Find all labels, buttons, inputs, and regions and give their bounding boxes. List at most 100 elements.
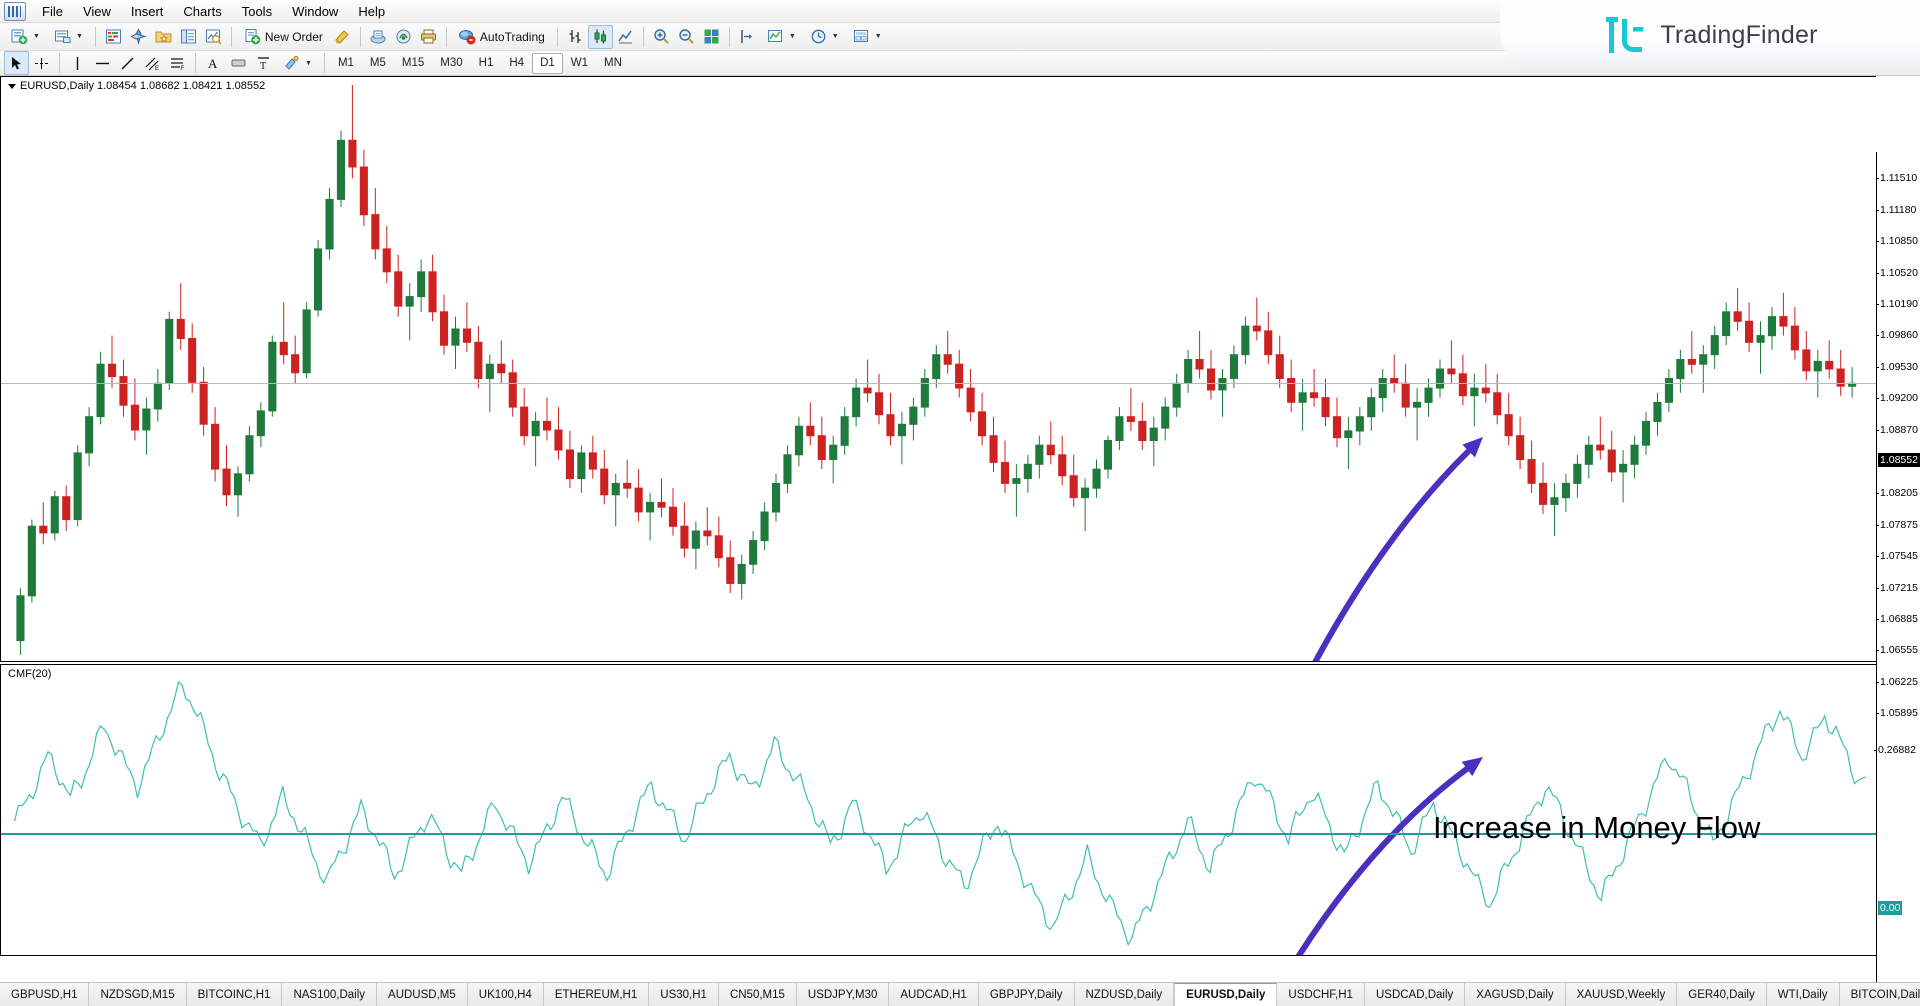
price-chart-pane[interactable]: EURUSD,Daily 1.08454 1.08682 1.08421 1.0… <box>0 76 1876 662</box>
text-label-button[interactable]: T <box>251 51 276 75</box>
chart-area[interactable]: EURUSD,Daily 1.08454 1.08682 1.08421 1.0… <box>0 76 1920 982</box>
chevron-down-icon[interactable]: ▼ <box>875 33 882 40</box>
fibonacci-retracement-button[interactable]: F <box>165 51 190 75</box>
current-price-line <box>1 383 1876 384</box>
crosshair-button[interactable] <box>29 51 54 75</box>
chart-tab[interactable]: AUDCAD,H1 <box>889 983 978 1006</box>
toolbar-separator <box>231 27 232 47</box>
price-tick: 1.07215 <box>1880 582 1918 594</box>
timeframe-m1[interactable]: M1 <box>330 53 362 74</box>
menu-item-insert[interactable]: Insert <box>121 1 174 22</box>
menu-item-window[interactable]: Window <box>282 1 348 22</box>
timeframe-m30[interactable]: M30 <box>432 53 470 74</box>
zoom-in-button[interactable] <box>649 25 674 49</box>
new-order-button[interactable]: New Order <box>237 25 330 49</box>
chevron-down-icon[interactable]: ▼ <box>33 33 40 40</box>
vertical-line-button[interactable] <box>65 51 90 75</box>
chart-tab[interactable]: XAGUSD,Daily <box>1465 983 1565 1006</box>
chart-tab[interactable]: WTI,Daily <box>1767 983 1840 1006</box>
chart-tab[interactable]: EURUSD,Daily <box>1174 983 1277 1006</box>
timeframe-mn[interactable]: MN <box>596 53 630 74</box>
chevron-down-icon[interactable]: ▼ <box>76 33 83 40</box>
timeframe-h4[interactable]: H4 <box>501 53 532 74</box>
chart-tab[interactable]: GBPUSD,H1 <box>0 983 89 1006</box>
market-watch-button[interactable] <box>101 25 126 49</box>
label-button[interactable] <box>226 51 251 75</box>
fibonacci-retracement-icon: F <box>169 55 186 72</box>
profiles-button[interactable]: ▼ <box>47 25 90 49</box>
terminal-button[interactable] <box>176 25 201 49</box>
svg-text:F: F <box>181 66 185 72</box>
templates-button[interactable]: ▼ <box>846 25 889 49</box>
indicator-top-tick: 0.26882 <box>1878 744 1916 756</box>
menu-item-file[interactable]: File <box>32 1 73 22</box>
signals-button[interactable] <box>391 25 416 49</box>
chart-tab[interactable]: GBPJPY,Daily <box>979 983 1075 1006</box>
cursor-button[interactable] <box>4 51 29 75</box>
chart-tab[interactable]: NAS100,Daily <box>282 983 377 1006</box>
horizontal-line-button[interactable] <box>90 51 115 75</box>
timeframe-m15[interactable]: M15 <box>394 53 432 74</box>
chart-menu-triangle-icon[interactable] <box>8 84 16 89</box>
menu-item-charts[interactable]: Charts <box>173 1 231 22</box>
chart-tab[interactable]: BITCOINC,H1 <box>187 983 283 1006</box>
chart-header-label: EURUSD,Daily 1.08454 1.08682 1.08421 1.0… <box>8 80 265 92</box>
chart-tab[interactable]: NZDUSD,Daily <box>1075 983 1175 1006</box>
candlestick-chart-button[interactable] <box>588 25 613 49</box>
chart-tab[interactable]: BITCOIN,Daily <box>1840 983 1920 1006</box>
draw-tools-button[interactable]: ▼ <box>276 51 319 75</box>
chart-tab[interactable]: USDCHF,H1 <box>1277 983 1365 1006</box>
menu-item-view[interactable]: View <box>73 1 121 22</box>
chart-tab[interactable]: US30,H1 <box>649 983 719 1006</box>
trendline-button[interactable] <box>115 51 140 75</box>
autotrading-button[interactable]: AutoTrading <box>452 25 552 49</box>
indicator-label: CMF(20) <box>8 668 51 680</box>
price-tick: 1.05895 <box>1880 707 1918 719</box>
bar-chart-button[interactable] <box>563 25 588 49</box>
text-button[interactable]: A <box>201 51 226 75</box>
chart-tab[interactable]: NZDSGD,M15 <box>89 983 186 1006</box>
mql5-community-button[interactable] <box>366 25 391 49</box>
tile-windows-button[interactable] <box>699 25 724 49</box>
timeframe-w1[interactable]: W1 <box>563 53 596 74</box>
close-button[interactable]: ✕ <box>1894 1 1916 17</box>
chart-tab[interactable]: UK100,H4 <box>468 983 544 1006</box>
chart-tabs-bar[interactable]: GBPUSD,H1NZDSGD,M15BITCOINC,H1NAS100,Dai… <box>0 982 1920 1006</box>
label-icon <box>230 55 247 72</box>
chevron-down-icon[interactable]: ▼ <box>832 33 839 40</box>
chart-tab[interactable]: AUDUSD,M5 <box>377 983 468 1006</box>
price-tick: 1.10190 <box>1880 298 1918 310</box>
periods-button[interactable]: ▼ <box>803 25 846 49</box>
print-button[interactable] <box>416 25 441 49</box>
timeframe-h1[interactable]: H1 <box>471 53 502 74</box>
timeframe-d1[interactable]: D1 <box>532 53 563 74</box>
chart-tab[interactable]: USDJPY,M30 <box>797 983 889 1006</box>
chart-tab[interactable]: USDCAD,Daily <box>1365 983 1465 1006</box>
window-controls: — ❐ ✕ <box>1846 1 1916 17</box>
chart-tab[interactable]: ETHEREUM,H1 <box>544 983 649 1006</box>
navigator-button[interactable] <box>126 25 151 49</box>
chevron-down-icon[interactable]: ▼ <box>305 60 312 67</box>
minimize-button[interactable]: — <box>1846 1 1868 17</box>
chart-tab[interactable]: XAUUSD,Weekly <box>1566 983 1678 1006</box>
timeframe-m5[interactable]: M5 <box>362 53 394 74</box>
maximize-button[interactable]: ❐ <box>1870 1 1892 17</box>
favorites-button[interactable] <box>151 25 176 49</box>
shift-end-button[interactable] <box>735 25 760 49</box>
strategy-tester-button[interactable] <box>201 25 226 49</box>
toolbar-separator <box>729 27 730 47</box>
chart-tab[interactable]: GER40,Daily <box>1677 983 1766 1006</box>
indicators-button[interactable]: ▼ <box>760 25 803 49</box>
new-chart-button[interactable]: ▼ <box>4 25 47 49</box>
metaeditor-button[interactable] <box>330 25 355 49</box>
chevron-down-icon[interactable]: ▼ <box>789 33 796 40</box>
cmf-indicator-pane[interactable]: CMF(20) Increase in Money Flow <box>0 664 1876 956</box>
menu-item-help[interactable]: Help <box>348 1 395 22</box>
chart-tab[interactable]: CN50,M15 <box>719 983 797 1006</box>
equidistant-channel-button[interactable]: E <box>140 51 165 75</box>
line-chart-button[interactable] <box>613 25 638 49</box>
menu-item-tools[interactable]: Tools <box>232 1 282 22</box>
zoom-out-button[interactable] <box>674 25 699 49</box>
mql5-community-icon <box>370 28 387 45</box>
price-axis[interactable]: 1.115101.111801.108501.105201.101901.098… <box>1876 152 1920 1006</box>
